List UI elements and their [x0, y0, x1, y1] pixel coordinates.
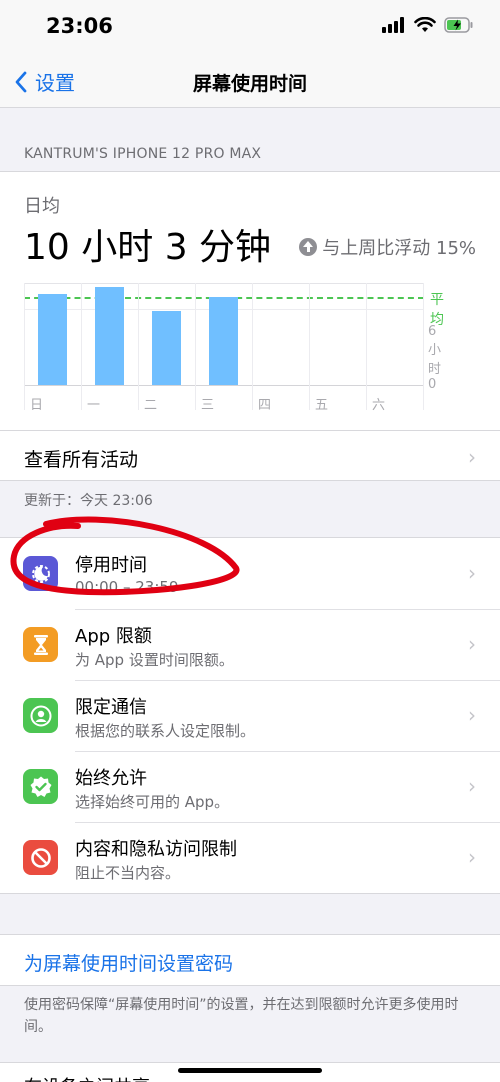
chart-bar[interactable]	[38, 293, 67, 385]
chart-day-label: 二	[144, 398, 158, 413]
settings-list: 停用时间 00:00 – 23:59 › App 限额 为 App 设置时间限额…	[0, 537, 500, 894]
home-indicator[interactable]	[178, 1068, 322, 1073]
total-time: 10 小时 3 分钟	[24, 227, 272, 268]
chart-bar[interactable]	[95, 287, 124, 385]
chart-vgrid-line	[138, 283, 139, 410]
list-item-content-privacy[interactable]: 内容和隐私访问限制 阻止不当内容。 ›	[0, 822, 500, 893]
list-item-communication-limits[interactable]: 限定通信 根据您的联系人设定限制。 ›	[0, 680, 500, 751]
status-bar: 23:06	[0, 0, 500, 58]
hourglass-icon	[23, 627, 58, 662]
list-item-app-limits[interactable]: App 限额 为 App 设置时间限额。 ›	[0, 609, 500, 680]
daily-average-label: 日均	[24, 196, 60, 217]
chart-baseline	[24, 385, 424, 386]
downtime-icon	[23, 556, 58, 591]
chevron-right-icon: ›	[468, 561, 476, 585]
arrow-up-circle-icon	[299, 238, 318, 256]
usage-bar-chart[interactable]: 平均 6 小时 0 日 一 二 三 四 五 六	[24, 283, 444, 413]
chart-day-label: 日	[30, 398, 44, 413]
trend-indicator: 与上周比浮动 15%	[299, 234, 476, 260]
y-tick-label-6h: 6 小时	[428, 324, 442, 377]
share-across-devices-label: 在设备之间共享	[24, 1073, 150, 1082]
updated-time: 更新于：今天 23:06	[24, 493, 153, 509]
chart-day-label: 六	[372, 398, 386, 413]
item-subtitle: 00:00 – 23:59	[75, 578, 179, 596]
chart-day-label: 三	[201, 398, 215, 413]
block-icon	[23, 840, 58, 875]
chart-vgrid-line	[423, 283, 424, 410]
chart-vgrid-line	[81, 283, 82, 410]
navigation-bar: 设置 屏幕使用时间	[0, 58, 500, 108]
page-title: 屏幕使用时间	[192, 73, 307, 95]
chart-bar[interactable]	[209, 297, 238, 385]
chart-vgrid-line	[195, 283, 196, 410]
chevron-right-icon: ›	[468, 774, 476, 798]
chevron-right-icon: ›	[468, 632, 476, 656]
checkmark-badge-icon	[23, 769, 58, 804]
chart-day-label: 五	[315, 398, 329, 413]
passcode-card: 为屏幕使用时间设置密码	[0, 934, 500, 986]
chart-day-label: 一	[87, 398, 101, 413]
chevron-right-icon: ›	[468, 445, 476, 469]
usage-summary-card: 日均 10 小时 3 分钟 与上周比浮动 15% 平均 6 小时 0 日 一 二 三 四…	[0, 171, 500, 481]
passcode-footer-text: 使用密码保障“屏幕使用时间”的设置，并在达到限额时允许更多使用时间。	[24, 997, 459, 1035]
signal-icon	[382, 17, 404, 33]
item-title: 始终允许	[75, 768, 147, 789]
list-item-always-allowed[interactable]: 始终允许 选择始终可用的 App。 ›	[0, 751, 500, 822]
status-icons	[382, 17, 474, 33]
wifi-icon	[414, 17, 436, 32]
status-time: 23:06	[46, 14, 113, 38]
item-subtitle: 根据您的联系人设定限制。	[75, 722, 256, 740]
chart-vgrid-line	[252, 283, 253, 410]
chart-grid-top	[24, 283, 424, 284]
item-subtitle: 选择始终可用的 App。	[75, 793, 230, 811]
trend-text: 与上周比浮动 15%	[322, 238, 476, 259]
item-title: App 限额	[75, 626, 152, 647]
item-title: 限定通信	[75, 697, 147, 718]
item-title: 停用时间	[75, 555, 147, 576]
item-title: 内容和隐私访问限制	[75, 839, 237, 860]
chevron-right-icon: ›	[468, 845, 476, 869]
chart-vgrid-line	[366, 283, 367, 410]
device-header: KANTRUM'S IPHONE 12 PRO MAX	[24, 146, 262, 162]
list-item-downtime[interactable]: 停用时间 00:00 – 23:59 ›	[0, 538, 500, 609]
chart-vgrid-line	[309, 283, 310, 410]
battery-charging-icon	[444, 17, 473, 33]
y-tick-label-0: 0	[428, 377, 437, 392]
chart-bar[interactable]	[152, 311, 181, 385]
contact-icon	[23, 698, 58, 733]
item-subtitle: 为 App 设置时间限额。	[75, 651, 234, 669]
chevron-right-icon: ›	[468, 703, 476, 727]
chart-day-label: 四	[258, 398, 272, 413]
row-divider	[0, 430, 500, 431]
item-subtitle: 阻止不当内容。	[75, 864, 181, 882]
see-all-activity-link[interactable]: 查看所有活动	[24, 445, 138, 472]
set-passcode-link[interactable]: 为屏幕使用时间设置密码	[24, 949, 233, 976]
average-label: 平均	[430, 292, 444, 328]
chart-vgrid-line	[24, 283, 25, 410]
